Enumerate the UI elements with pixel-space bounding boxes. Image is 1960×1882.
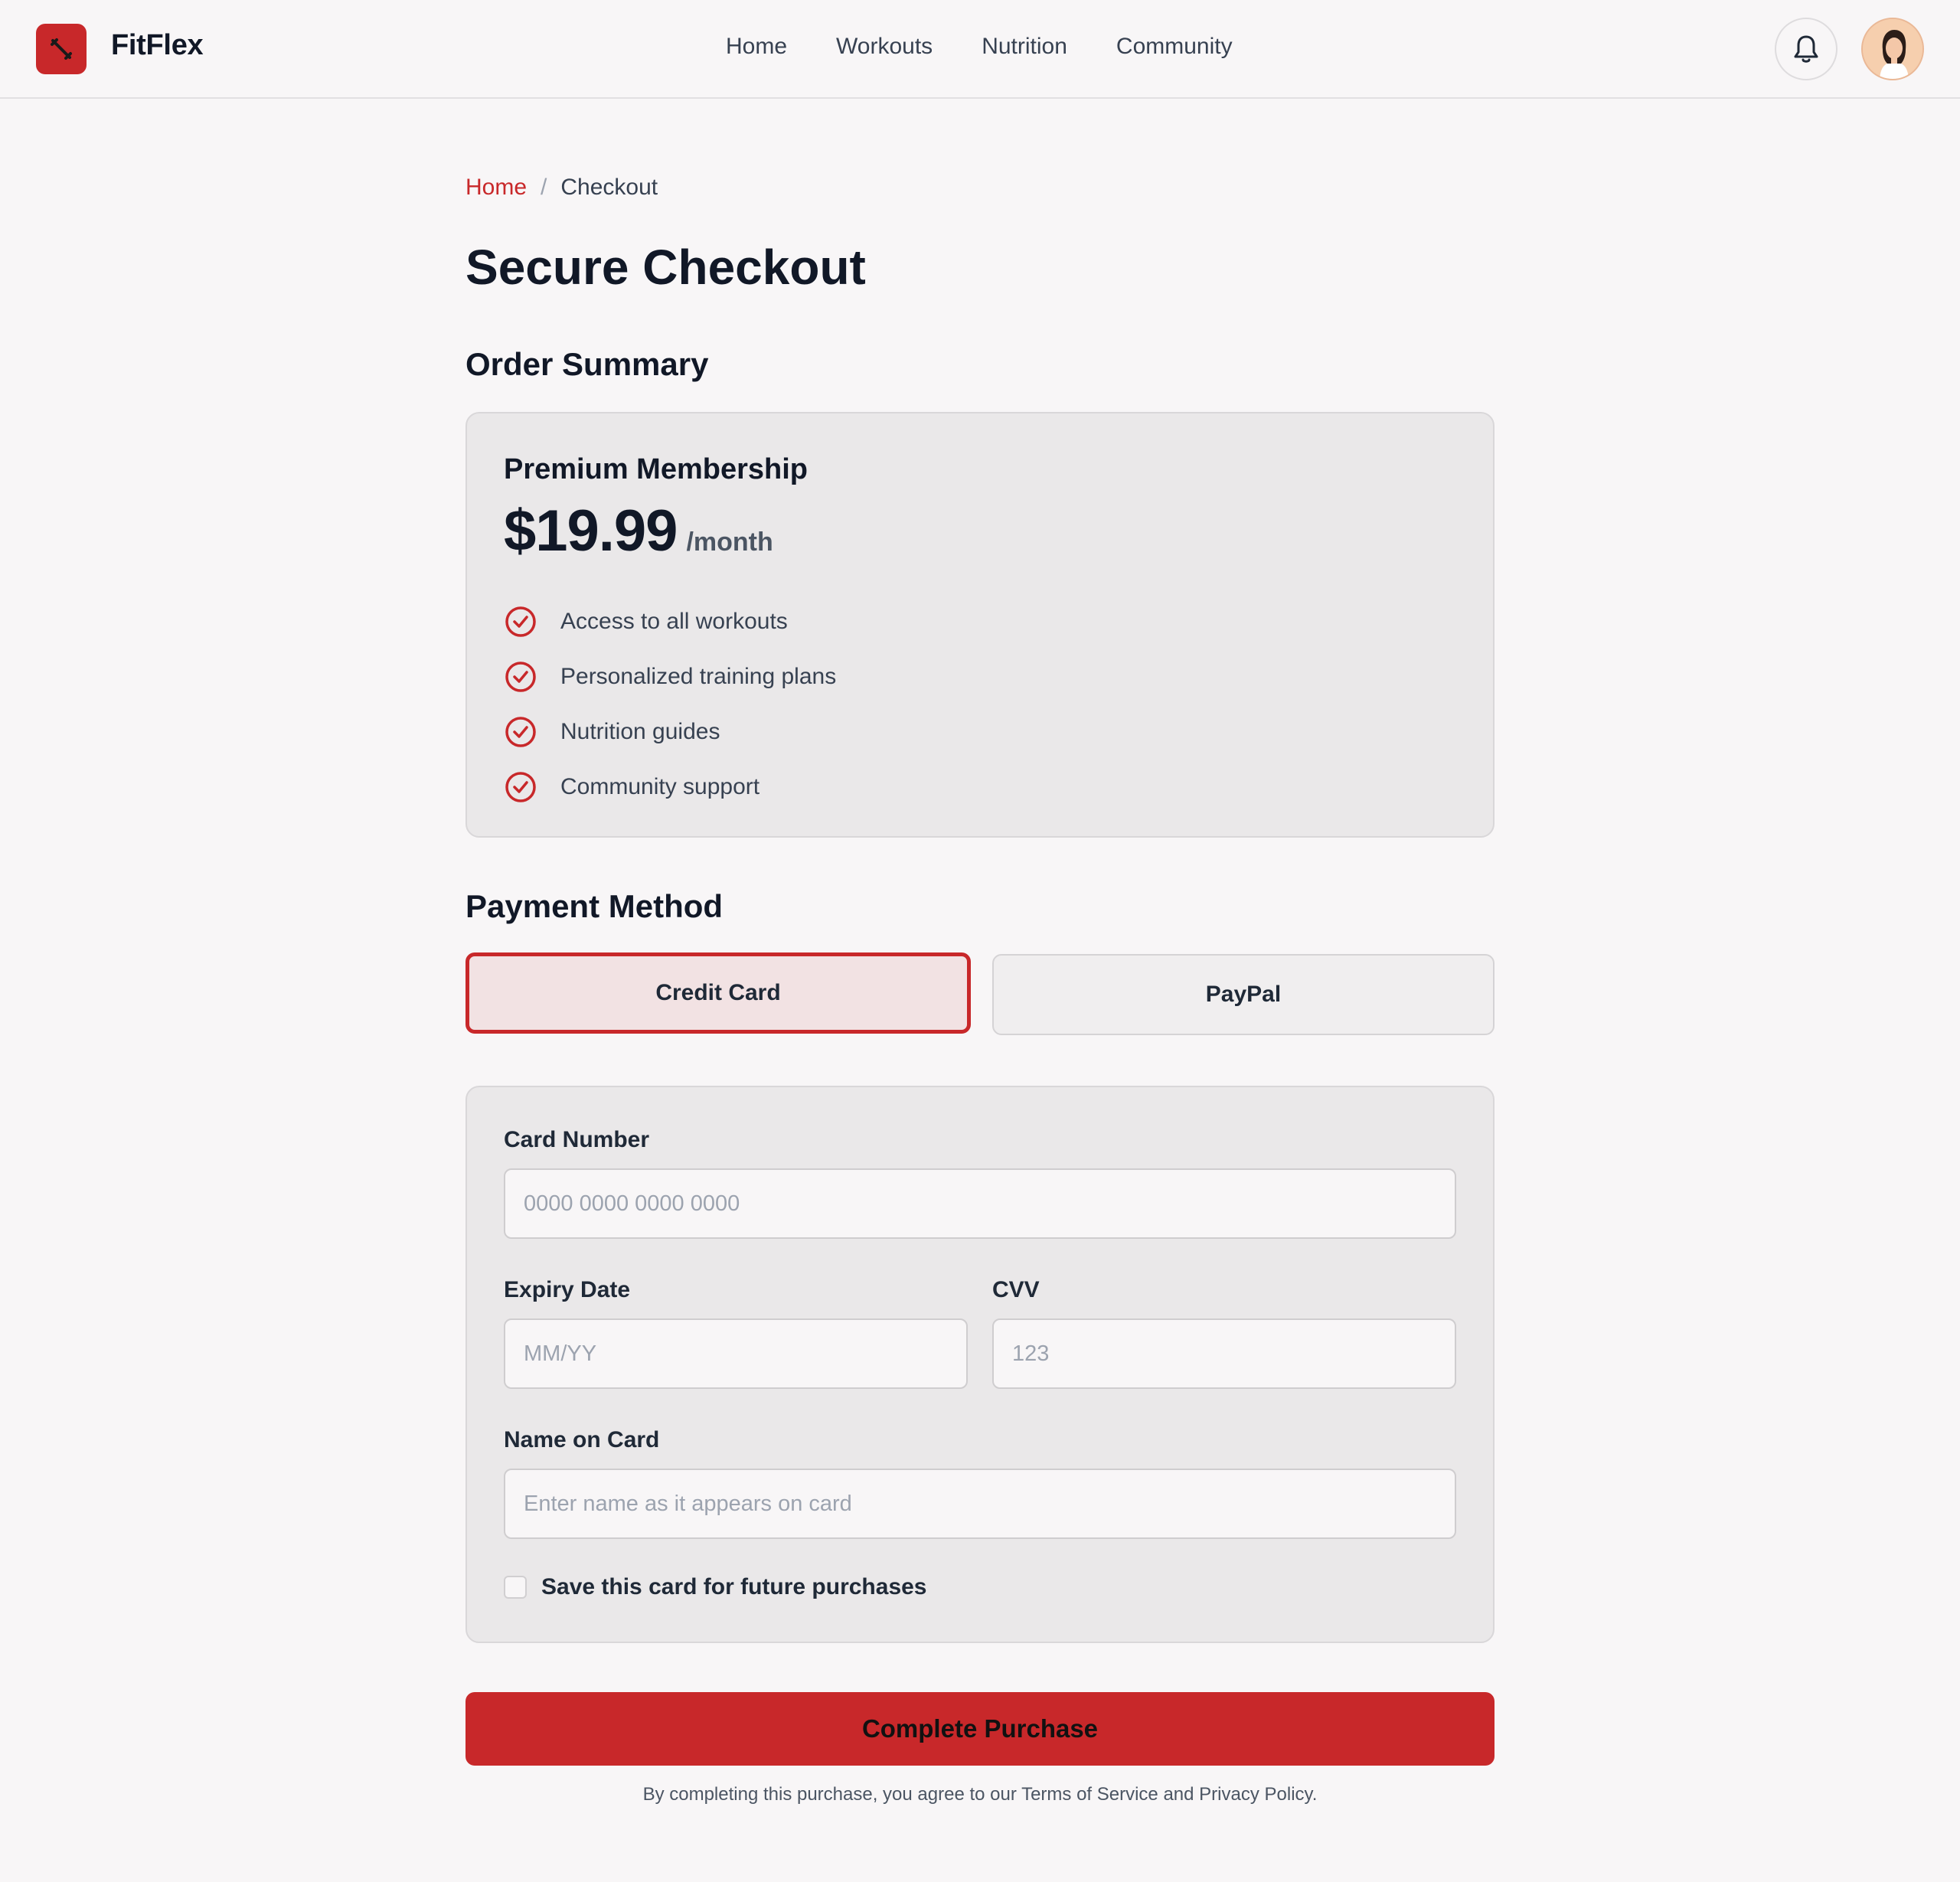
- payment-method-title: Payment Method: [466, 888, 724, 924]
- top-navbar: FitFlex Home Workouts Nutrition Communit…: [0, 0, 1960, 99]
- name-on-card-input[interactable]: [504, 1469, 1456, 1539]
- expiry-date-label: Expiry Date: [504, 1277, 631, 1302]
- feature-text: Nutrition guides: [560, 719, 720, 744]
- breadcrumb-separator: /: [541, 175, 547, 200]
- feature-item: Personalized training plans: [504, 649, 836, 704]
- card-details-form: Card Number Expiry Date CVV Name on Card…: [466, 1086, 1494, 1643]
- check-circle-icon: [505, 606, 536, 637]
- brand-name[interactable]: FitFlex: [111, 29, 204, 62]
- user-avatar[interactable]: [1861, 18, 1924, 80]
- feature-item: Community support: [504, 760, 836, 815]
- check-circle-icon: [505, 772, 536, 802]
- price-row: $19.99 /month: [504, 498, 773, 564]
- check-circle-icon: [505, 717, 536, 747]
- save-card-label[interactable]: Save this card for future purchases: [541, 1574, 927, 1600]
- notifications-button[interactable]: [1775, 18, 1838, 80]
- check-circle-icon: [505, 662, 536, 692]
- main-nav: Home Workouts Nutrition Community: [726, 34, 1282, 60]
- cvv-input[interactable]: [992, 1318, 1456, 1389]
- save-card-checkbox[interactable]: [504, 1576, 527, 1599]
- bell-icon: [1794, 35, 1818, 63]
- credit-card-option[interactable]: Credit Card: [466, 952, 971, 1034]
- card-number-input[interactable]: [504, 1168, 1456, 1239]
- nav-community[interactable]: Community: [1116, 34, 1233, 60]
- plan-name: Premium Membership: [504, 453, 808, 485]
- feature-text: Access to all workouts: [560, 609, 788, 634]
- card-number-label: Card Number: [504, 1127, 650, 1152]
- paypal-option[interactable]: PayPal: [992, 954, 1494, 1035]
- feature-list: Access to all workouts Personalized trai…: [504, 594, 836, 815]
- expiry-date-input[interactable]: [504, 1318, 968, 1389]
- feature-text: Community support: [560, 774, 760, 799]
- plan-price: $19.99: [504, 498, 678, 564]
- nav-workouts[interactable]: Workouts: [836, 34, 933, 60]
- legal-notice: By completing this purchase, you agree t…: [642, 1784, 1318, 1805]
- breadcrumb-current: Checkout: [560, 175, 658, 200]
- name-on-card-label: Name on Card: [504, 1427, 660, 1452]
- feature-item: Nutrition guides: [504, 704, 836, 760]
- logo-icon[interactable]: [36, 24, 87, 74]
- order-summary-card: Premium Membership $19.99 /month Access …: [466, 412, 1494, 838]
- page-title: Secure Checkout: [466, 240, 866, 295]
- breadcrumb-home[interactable]: Home: [466, 175, 527, 201]
- breadcrumb: Home / Checkout: [466, 175, 658, 201]
- feature-item: Access to all workouts: [504, 594, 836, 649]
- order-summary-title: Order Summary: [466, 346, 709, 382]
- cvv-label: CVV: [992, 1277, 1040, 1302]
- complete-purchase-button[interactable]: Complete Purchase: [466, 1692, 1494, 1766]
- feature-text: Personalized training plans: [560, 664, 837, 689]
- nav-nutrition[interactable]: Nutrition: [982, 34, 1067, 60]
- plan-period: /month: [686, 528, 773, 557]
- nav-home[interactable]: Home: [726, 34, 787, 60]
